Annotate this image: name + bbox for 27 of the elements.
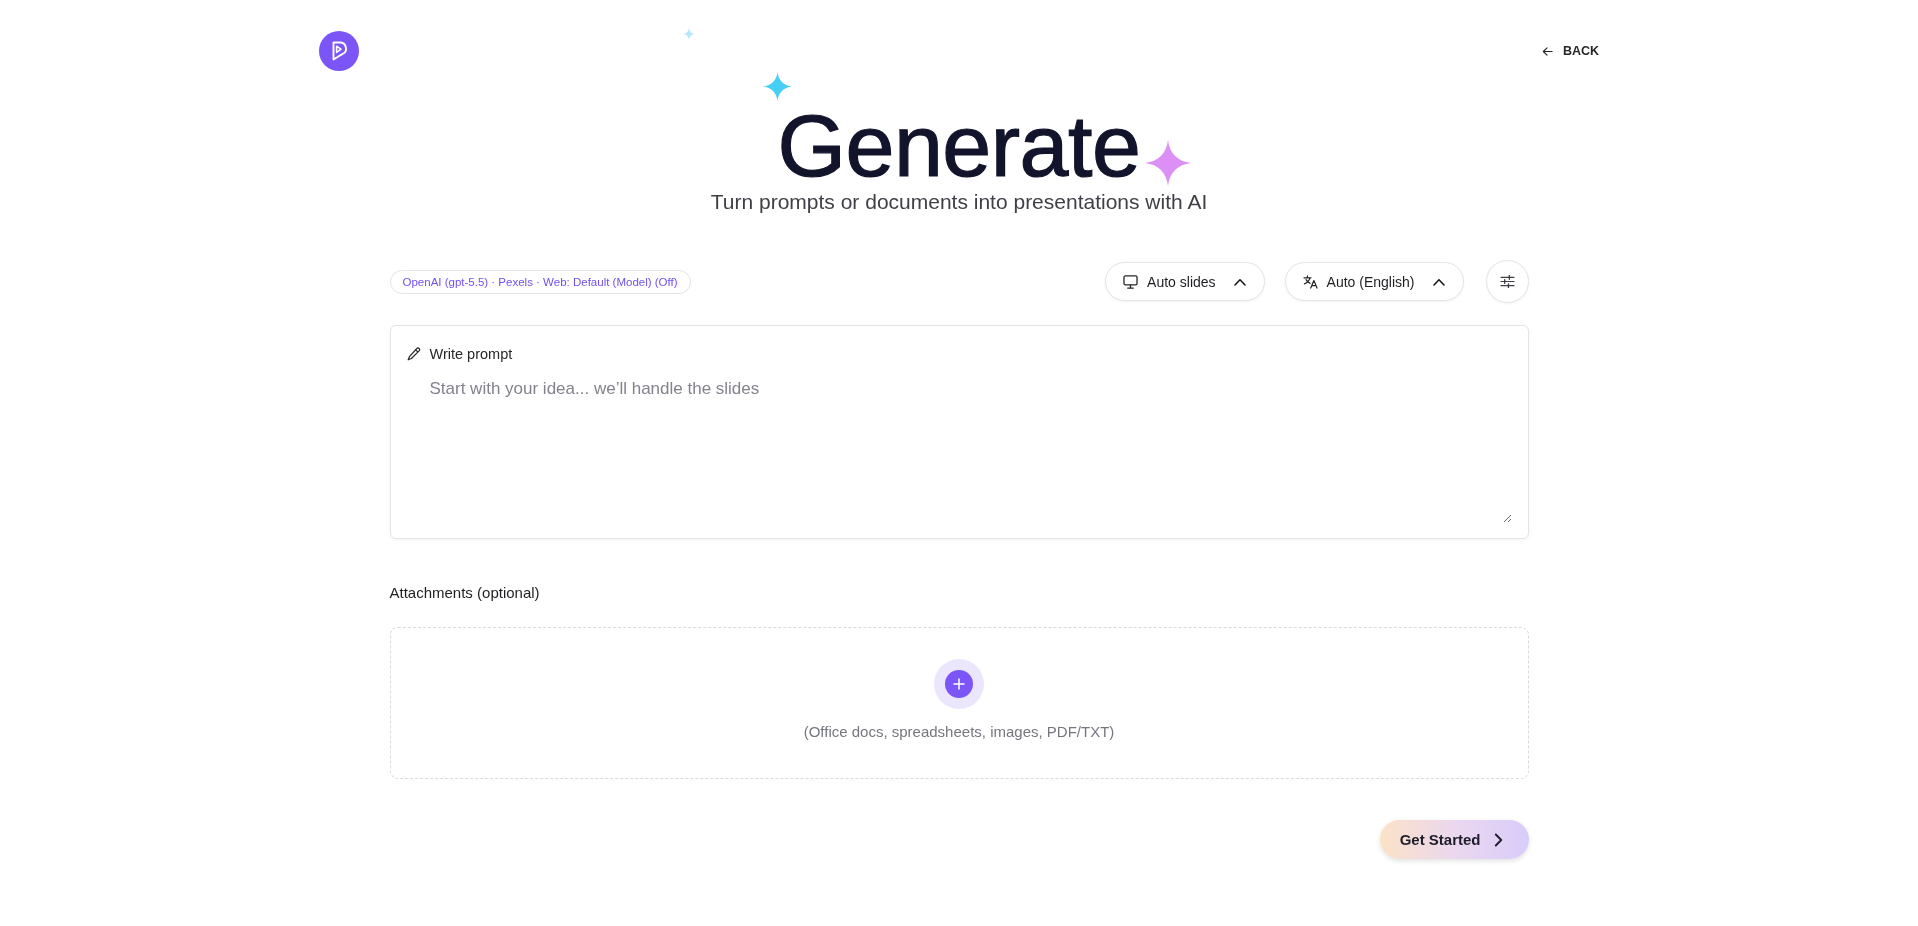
sparkle-icon	[763, 72, 792, 101]
sliders-icon	[1499, 275, 1515, 288]
prompt-label: Write prompt	[429, 346, 513, 362]
chevron-up-icon	[1233, 277, 1246, 286]
file-types-hint: (Office docs, spreadsheets, images, PDF/TXT)	[803, 723, 1115, 741]
upload-dropzone[interactable]: (Office docs, spreadsheets, images, PDF/TXT)	[389, 627, 1529, 779]
settings-button[interactable]	[1485, 260, 1529, 303]
page-subtitle: Turn prompts or documents into presentations with AI	[709, 189, 1209, 215]
chevron-right-icon	[1493, 832, 1503, 847]
monitor-icon	[1123, 274, 1139, 289]
sparkle-icon	[683, 28, 695, 40]
model-settings-chip[interactable]: OpenAI (gpt-5.5) · Pexels · Web: Default (Model) (Off)	[389, 269, 691, 294]
get-started-button[interactable]: Get Started	[1379, 820, 1529, 859]
logo-icon[interactable]	[319, 31, 359, 71]
sparkle-icon	[1145, 140, 1191, 186]
translate-icon	[1302, 274, 1318, 289]
pencil-icon	[406, 347, 421, 361]
prompt-field[interactable]: Start with your idea... we’ll handle the slides	[429, 377, 1512, 523]
arrow-left-icon	[1541, 45, 1553, 57]
plus-icon	[934, 659, 984, 709]
dropdown-button[interactable]: Auto (English)	[1284, 262, 1464, 301]
dropdown-button[interactable]: Auto slides	[1105, 262, 1265, 301]
page-title: Generate	[777, 103, 1141, 189]
attachments-label: Attachments (optional)	[389, 584, 541, 602]
back-link[interactable]: BACK	[1541, 44, 1599, 58]
chevron-up-icon	[1432, 277, 1445, 286]
prompt-box[interactable]: Write prompt Start with your idea... we’ll handle the slides	[389, 325, 1529, 539]
